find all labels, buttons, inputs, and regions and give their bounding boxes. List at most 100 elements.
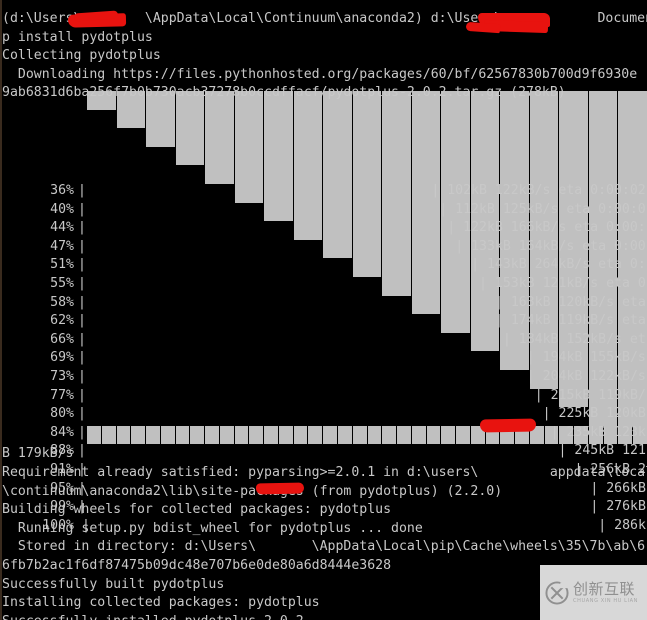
console-line: Installing collected packages: pydotplus [2, 595, 320, 611]
progress-separator: | [78, 294, 86, 310]
progress-bar-tick [233, 425, 235, 445]
progress-rate-label: | 184kB 152kB/s et [502, 331, 646, 347]
progress-bar-segment [292, 91, 323, 240]
progress-bar-tick [189, 425, 191, 445]
progress-percent-label: 36% [50, 183, 74, 198]
progress-bar-tick [440, 425, 442, 445]
progress-percent-label: 40% [50, 201, 74, 217]
progress-bar-segment [322, 91, 353, 259]
progress-bar-tick [410, 425, 412, 445]
progress-bar-tick [410, 91, 412, 315]
console-line: Successfully installed pydotplus-2.0.2 [2, 613, 304, 620]
progress-bar-tick [381, 425, 383, 445]
progress-bar-tick [204, 91, 206, 184]
progress-rate-label: | 153kB 121kB/s eta 0 [479, 276, 646, 291]
progress-percent-label: 77% [50, 387, 74, 403]
progress-separator: | [78, 443, 86, 459]
progress-bar-tick [307, 425, 309, 445]
progress-bar-tick [218, 425, 220, 445]
progress-bar-tick [336, 425, 338, 445]
progress-percent-label: 62% [50, 313, 74, 329]
console-line: Downloading https://files.pythonhosted.o… [2, 66, 638, 82]
progress-rate-label: | 245kB 121 [558, 443, 646, 459]
progress-separator: | [78, 257, 86, 273]
progress-separator: | [78, 331, 86, 347]
progress-bar-tick [159, 425, 161, 445]
progress-bar-tick [351, 91, 353, 277]
progress-separator: | [78, 220, 86, 236]
progress-bar-segment [410, 91, 441, 315]
progress-percent-label: 44% [50, 220, 74, 236]
progress-rate-label: | 225kB 120kB [542, 406, 646, 422]
progress-bar-tick [366, 425, 368, 445]
redaction-mark-username-2c [465, 21, 501, 34]
progress-bar-tick [263, 425, 265, 445]
site-watermark: 创新互联 CHUANG XIN HU LIAN [540, 565, 647, 620]
progress-bar-tick [204, 425, 206, 445]
console-line: Requirement already satisfied: pyparsing… [2, 465, 647, 480]
progress-bar-tick [322, 91, 324, 259]
progress-separator: | [78, 183, 86, 198]
console-line: B 179kB/s [2, 446, 74, 462]
progress-percent-label: 47% [50, 238, 74, 254]
progress-rate-label: | 215kB 119kB/ [534, 387, 646, 403]
progress-percent-label: 84% [50, 424, 74, 440]
progress-percent-label: 69% [50, 350, 74, 366]
progress-bar-tick [322, 425, 324, 445]
progress-bar-tick [145, 425, 147, 445]
redaction-mark-username-4 [255, 482, 305, 495]
progress-bar-tick [174, 425, 176, 445]
progress-bar-tick [100, 425, 102, 445]
progress-rate-label: | 112kB 125kB/s eta 0:00:0 [439, 201, 646, 217]
progress-bar-segment [263, 91, 294, 222]
progress-bar-tick [396, 425, 398, 445]
progress-bar-tick [115, 425, 117, 445]
progress-rate-label: | 143kB 264kB/s eta 0: [471, 257, 646, 273]
progress-separator: | [78, 238, 86, 254]
console-line: Building wheels for collected packages: … [2, 502, 392, 518]
progress-separator: | [78, 350, 86, 366]
progress-rate-label: | 122kB 166kB/s eta 0:00: [447, 220, 646, 236]
progress-separator: | [78, 313, 86, 329]
circle-x-logo-icon [545, 580, 569, 605]
progress-separator: | [78, 387, 86, 403]
progress-bar-tick [277, 425, 279, 445]
progress-rate-label: | 235kB 123k [550, 424, 646, 440]
progress-separator: | [78, 424, 86, 440]
progress-bar-tick [351, 425, 353, 445]
progress-bar-tick [469, 425, 471, 445]
progress-rate-label: | 163kB 120kB/s eta [494, 294, 646, 310]
console-line: Stored in directory: d:\Users\ \AppData\… [2, 539, 646, 555]
progress-bar-tick [248, 425, 250, 445]
progress-separator: | [78, 406, 86, 422]
progress-bar-tick [292, 91, 294, 240]
progress-bar-segment [233, 91, 264, 203]
console-line: Successfully built pydotplus [2, 576, 225, 592]
progress-rate-label: | 194kB 155kB/s [526, 350, 646, 366]
progress-bar-tick [130, 425, 132, 445]
progress-percent-label: 55% [50, 276, 74, 291]
progress-bar-tick [543, 425, 545, 445]
console-line: \continuum\anaconda2\lib\site-packages (… [2, 483, 503, 499]
progress-rate-label: | 102kB 122kB/s eta 0:00:02 [431, 183, 646, 198]
watermark-chinese-text: 创新互联 [573, 579, 636, 598]
console-line: Collecting pydotplus [2, 48, 161, 64]
progress-rate-label: | 133kB 164kB/s eta 0:00 [455, 238, 646, 254]
progress-bar-tick [233, 91, 235, 203]
progress-bar-tick [263, 91, 265, 222]
progress-bar-tick [381, 91, 383, 296]
progress-separator: | [78, 276, 86, 291]
window-left-border [0, 0, 2, 620]
progress-percent-label: 51% [50, 257, 74, 273]
progress-rate-label: | 174kB 119kB/s eta [494, 313, 646, 329]
progress-bar-tick [86, 425, 87, 445]
progress-bar-tick [425, 425, 427, 445]
console-line: Running setup.py bdist_wheel for pydotpl… [2, 520, 423, 536]
terminal-window[interactable]: (d:\Users\ \AppData\Local\Continuum\anac… [0, 0, 647, 620]
progress-separator: | [78, 369, 86, 384]
progress-bar-tick [292, 425, 294, 445]
download-progress-block: 36% | 102kB 122kB/s eta 0:00:02 40% | 112kB… [0, 91, 647, 533]
progress-bar-tick [455, 425, 457, 445]
progress-percent-label: 73% [50, 369, 74, 384]
progress-percent-label: 80% [50, 406, 74, 422]
